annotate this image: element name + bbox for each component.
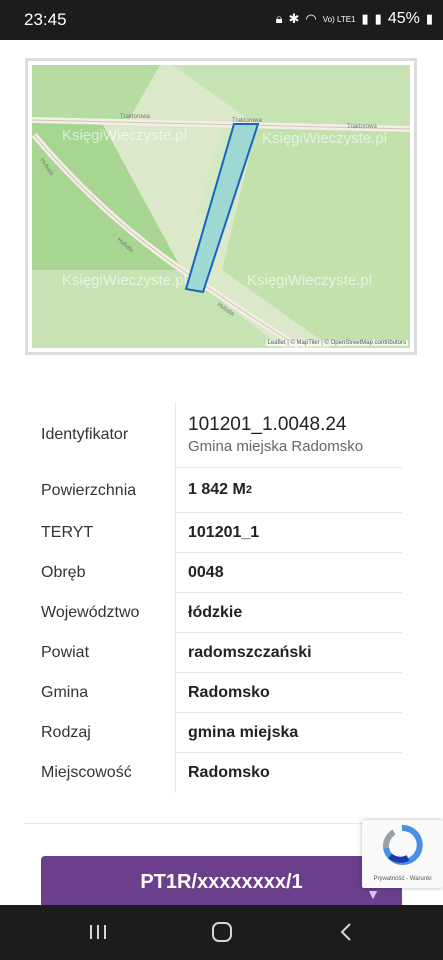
wifi-icon: ◠: [305, 11, 317, 26]
bluetooth-icon: ✱: [288, 11, 300, 26]
detail-label: Powiat: [24, 633, 176, 673]
detail-row-identifier: Identyfikator 101201_1.0048.24 Gmina mie…: [24, 402, 402, 468]
detail-value: 1 842 M2: [176, 468, 402, 513]
back-button[interactable]: [326, 917, 366, 947]
chevron-down-icon: ▼: [366, 886, 380, 902]
home-icon: [212, 922, 232, 942]
detail-value: radomszczański: [176, 633, 402, 673]
detail-value: łódzkie: [176, 593, 402, 633]
battery-icon: ▮: [425, 11, 433, 26]
parcel-details-table: Identyfikator 101201_1.0048.24 Gmina mie…: [24, 402, 402, 793]
detail-row-powiat: Powiat radomszczański: [24, 633, 402, 673]
battery-percent: 45%: [387, 10, 420, 27]
home-button[interactable]: [202, 917, 242, 947]
area-value: 1 842 M: [188, 481, 246, 498]
detail-label: Gmina: [24, 673, 176, 713]
status-icons: 🔒︎ ✱ ◠ Vo) LTE1 ▮ ▮ 45% ▮: [276, 10, 433, 28]
identifier-subtitle: Gmina miejska Radomsko: [188, 438, 364, 455]
detail-value: 0048: [176, 553, 402, 593]
status-bar: 23:45 🔒︎ ✱ ◠ Vo) LTE1 ▮ ▮ 45% ▮: [0, 0, 443, 40]
recaptcha-icon: [382, 824, 423, 865]
signal-icon-2: ▮: [374, 11, 382, 26]
recent-apps-button[interactable]: [78, 917, 118, 947]
detail-row-gmina: Gmina Radomsko: [24, 673, 402, 713]
detail-label: Województwo: [24, 593, 176, 633]
road-label: Traktorowa: [232, 118, 262, 124]
detail-row-teryt: TERYT 101201_1: [24, 513, 402, 553]
map-attribution[interactable]: Leaflet | © MapTiler | © OpenStreetMap c…: [265, 340, 408, 346]
signal-icon: ▮: [361, 11, 369, 26]
detail-row-miejscowosc: Miejscowość Radomsko: [24, 753, 402, 793]
watermark: KsięgiWieczyste.pl: [262, 130, 387, 147]
watermark: KsięgiWieczyste.pl: [62, 272, 187, 289]
road-label: Traktorowa: [120, 114, 150, 120]
identifier-value: 101201_1.0048.24: [188, 414, 347, 435]
system-nav-bar: [0, 905, 443, 960]
detail-label: Rodzaj: [24, 713, 176, 753]
detail-value: 101201_1: [176, 513, 402, 553]
detail-value: 101201_1.0048.24 Gmina miejska Radomsko: [176, 402, 402, 468]
detail-value: gmina miejska: [176, 713, 402, 753]
status-time: 23:45: [24, 10, 67, 29]
detail-row-area: Powierzchnia 1 842 M2: [24, 468, 402, 513]
lock-icon: 🔒︎: [275, 11, 283, 26]
section-divider: [24, 823, 419, 824]
land-register-button[interactable]: PT1R/xxxxxxxx/1 ▼: [41, 856, 402, 905]
detail-label: Identyfikator: [24, 402, 176, 468]
network-label: Vo) LTE1: [322, 14, 356, 24]
land-register-button-label: PT1R/xxxxxxxx/1: [140, 870, 303, 893]
detail-row-rodzaj: Rodzaj gmina miejska: [24, 713, 402, 753]
road-label: Traktorowa: [347, 124, 377, 130]
recaptcha-badge[interactable]: Prywatność - Warunki: [362, 820, 443, 888]
recent-apps-icon: [90, 925, 106, 939]
watermark: KsięgiWieczyste.pl: [62, 127, 187, 144]
page-content: KsięgiWieczyste.pl KsięgiWieczyste.pl Ks…: [0, 40, 443, 905]
detail-row-wojewodztwo: Województwo łódzkie: [24, 593, 402, 633]
detail-row-obreb: Obręb 0048: [24, 553, 402, 593]
back-icon: [340, 923, 351, 941]
detail-value: Radomsko: [188, 764, 270, 781]
area-unit-sup: 2: [245, 484, 252, 496]
detail-value: Radomsko: [176, 673, 402, 713]
detail-label: Miejscowość: [24, 753, 176, 793]
map-frame: KsięgiWieczyste.pl KsięgiWieczyste.pl Ks…: [25, 58, 417, 355]
detail-label: Powierzchnia: [24, 468, 176, 513]
detail-label: Obręb: [24, 553, 176, 593]
detail-label: TERYT: [24, 513, 176, 553]
map-canvas[interactable]: KsięgiWieczyste.pl KsięgiWieczyste.pl Ks…: [32, 65, 410, 348]
watermark: KsięgiWieczyste.pl: [247, 272, 372, 289]
parcel-map[interactable]: KsięgiWieczyste.pl KsięgiWieczyste.pl Ks…: [32, 65, 410, 348]
recaptcha-privacy-link[interactable]: Prywatność - Warunki: [362, 876, 443, 882]
